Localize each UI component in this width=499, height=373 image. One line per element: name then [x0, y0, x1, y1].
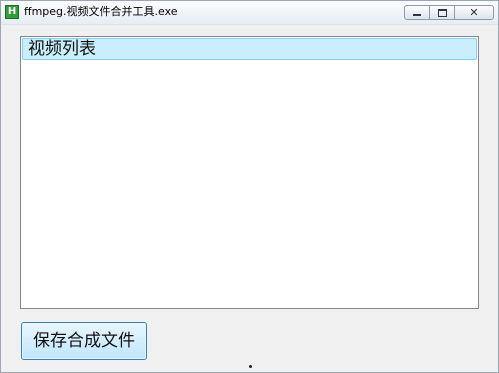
window-controls: ✕ — [404, 5, 494, 21]
video-list-header[interactable]: 视频列表 — [22, 38, 477, 60]
close-button[interactable]: ✕ — [454, 5, 494, 20]
maximize-icon — [438, 9, 447, 17]
minimize-icon — [413, 14, 421, 16]
video-list-header-label: 视频列表 — [28, 39, 96, 59]
save-merged-file-button[interactable]: 保存合成文件 — [21, 322, 147, 360]
app-window: H ffmpeg.视频文件合并工具.exe ✕ 视频列表 保存合成文件 — [0, 0, 499, 373]
title-bar[interactable]: H ffmpeg.视频文件合并工具.exe ✕ — [1, 1, 498, 25]
window-title: ffmpeg.视频文件合并工具.exe — [24, 5, 178, 18]
resize-grip — [249, 365, 252, 368]
minimize-button[interactable] — [404, 5, 430, 20]
client-area: 视频列表 保存合成文件 — [5, 29, 494, 368]
app-icon[interactable]: H — [5, 5, 19, 19]
video-list[interactable]: 视频列表 — [20, 36, 479, 309]
close-icon: ✕ — [469, 6, 479, 19]
maximize-button[interactable] — [429, 5, 455, 20]
